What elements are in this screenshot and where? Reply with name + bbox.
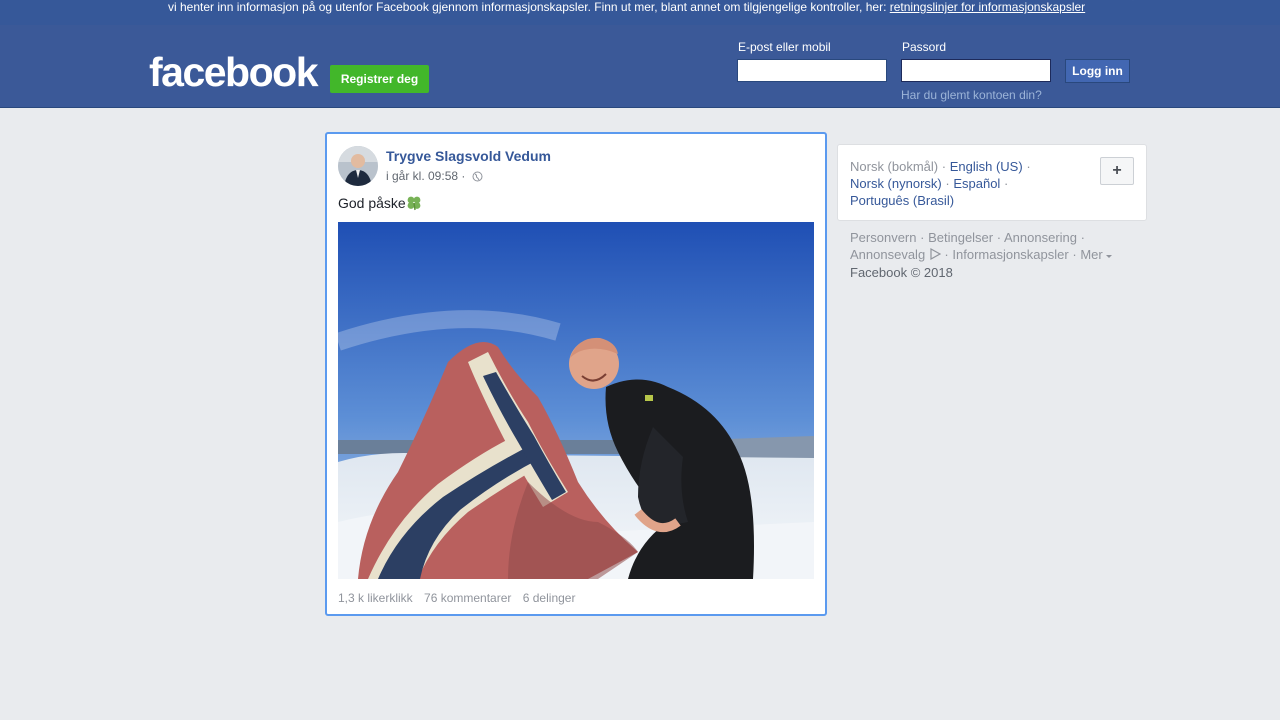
chevron-down-icon[interactable]	[1106, 247, 1113, 262]
footer-link-annonsevalg[interactable]: Annonsevalg	[850, 247, 925, 262]
plus-icon: +	[1112, 162, 1122, 179]
separator: ·	[1080, 230, 1085, 245]
comments-count[interactable]: 76 kommentarer	[424, 591, 511, 605]
separator: ·	[941, 159, 947, 174]
language-english-us[interactable]: English (US)	[950, 159, 1023, 174]
likes-count[interactable]: 1,3 k likerklikk	[338, 591, 413, 605]
more-languages-button[interactable]: +	[1100, 157, 1134, 185]
post-card: Trygve Slagsvold Vedum i går kl. 09:58 ·…	[325, 132, 827, 616]
author-avatar[interactable]	[338, 146, 378, 186]
footer-link-mer[interactable]: Mer	[1080, 247, 1102, 262]
author-name[interactable]: Trygve Slagsvold Vedum	[386, 148, 551, 164]
footer-links: Personvern · Betingelser · Annonsering ·…	[850, 229, 1140, 281]
language-portugues-brasil[interactable]: Português (Brasil)	[850, 193, 954, 208]
login-button[interactable]: Logg inn	[1065, 59, 1130, 83]
cookie-banner-text: vi henter inn informasjon på og utenfor …	[168, 0, 890, 14]
separator: ·	[945, 176, 950, 191]
footer-link-annonsering[interactable]: Annonsering	[1004, 230, 1077, 245]
footer-link-betingelser[interactable]: Betingelser	[928, 230, 993, 245]
current-language: Norsk (bokmål)	[850, 159, 939, 174]
globe-icon[interactable]	[472, 171, 483, 185]
post-meta: i går kl. 09:58 ·	[386, 169, 483, 185]
cookie-policy-link[interactable]: retningslinjer for informasjonskapsler	[890, 0, 1085, 14]
cookie-banner: vi henter inn informasjon på og utenfor …	[0, 0, 1280, 25]
footer-link-informasjonskapsler[interactable]: Informasjonskapsler	[952, 247, 1068, 262]
shares-count[interactable]: 6 delinger	[523, 591, 576, 605]
language-list: Norsk (bokmål) · English (US) · Norsk (n…	[850, 158, 1031, 209]
register-button[interactable]: Registrer deg	[330, 65, 429, 93]
language-espanol[interactable]: Español	[953, 176, 1000, 191]
footer-link-personvern[interactable]: Personvern	[850, 230, 916, 245]
post-timestamp[interactable]: i går kl. 09:58 ·	[386, 169, 465, 183]
four-leaf-clover-icon	[406, 195, 422, 214]
adchoices-icon	[929, 247, 942, 264]
password-label: Passord	[902, 40, 947, 54]
separator: ·	[1072, 247, 1077, 262]
separator: ·	[920, 230, 925, 245]
email-field[interactable]	[737, 59, 887, 82]
forgot-account-link[interactable]: Har du glemt kontoen din?	[901, 88, 1042, 102]
post-text: God påske	[338, 195, 422, 214]
password-field[interactable]	[901, 59, 1051, 82]
email-label: E-post eller mobil	[738, 40, 831, 54]
separator: ·	[1003, 176, 1009, 191]
post-message: God påske	[338, 195, 406, 211]
separator: ·	[944, 247, 949, 262]
language-norsk-nynorsk[interactable]: Norsk (nynorsk)	[850, 176, 942, 191]
post-stats: 1,3 k likerklikk 76 kommentarer 6 deling…	[338, 591, 583, 605]
copyright: Facebook © 2018	[850, 265, 953, 280]
separator: ·	[996, 230, 1002, 245]
close-icon[interactable]	[1124, 0, 1142, 9]
facebook-logo[interactable]: facebook	[149, 49, 319, 95]
separator: ·	[1026, 159, 1031, 174]
cookie-banner-message: vi henter inn informasjon på og utenfor …	[168, 0, 1085, 14]
language-selector: Norsk (bokmål) · English (US) · Norsk (n…	[837, 144, 1147, 221]
top-header: facebook Registrer deg E-post eller mobi…	[0, 25, 1280, 108]
post-photo[interactable]	[338, 222, 814, 579]
